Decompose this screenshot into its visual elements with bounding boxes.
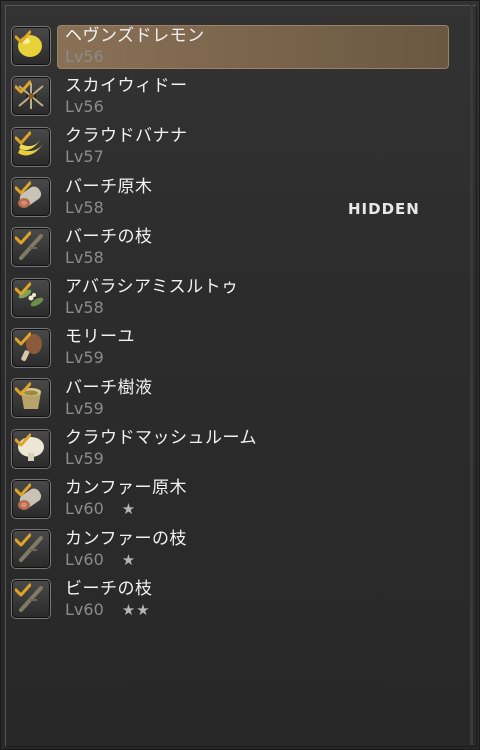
check-icon [15, 583, 31, 597]
item-stars: ★ [121, 550, 137, 569]
item-stars: ★ [121, 500, 137, 519]
check-icon [15, 231, 31, 245]
item-name: カンファー原木 [65, 478, 187, 499]
level-text: Lv58 [65, 298, 104, 318]
item-level: Lv58 [65, 197, 153, 217]
item-name: ビーチの枝 [65, 578, 153, 599]
list-item[interactable]: バーチ樹液 Lv59 [9, 373, 451, 423]
item-level: Lv59 [65, 451, 257, 467]
item-level: Lv58 [65, 300, 239, 316]
mistletoe-icon [11, 277, 51, 318]
list-item[interactable]: バーチの枝 Lv58 [9, 222, 451, 272]
item-name: アバラシアミスルトゥ [65, 277, 239, 298]
lemon-icon [11, 26, 51, 67]
level-text: Lv56 [65, 46, 104, 66]
level-text: Lv59 [65, 348, 104, 368]
level-text: Lv59 [65, 398, 104, 418]
check-icon [15, 181, 31, 195]
item-name: スカイウィドー [65, 75, 188, 96]
item-list: ヘヴンズドレモン Lv56 スカイウィドー Lv56 クラウドバナナ Lv57 … [9, 21, 451, 625]
level-text: Lv57 [65, 147, 104, 167]
check-icon [15, 131, 31, 145]
item-name: カンファーの枝 [65, 528, 187, 549]
item-level: Lv56 [65, 46, 205, 66]
item-name: クラウドバナナ [65, 126, 188, 147]
item-level: Lv58 [65, 247, 153, 267]
list-item[interactable]: モリーユ Lv59 [9, 323, 451, 373]
item-stars: ★★ [121, 600, 151, 619]
item-name: バーチ樹液 [65, 377, 153, 398]
level-text: Lv58 [65, 247, 104, 267]
mushroom-icon [11, 428, 51, 469]
level-text: Lv56 [65, 96, 104, 116]
list-item[interactable]: クラウドバナナ Lv57 [9, 122, 451, 172]
check-icon [15, 483, 31, 497]
list-item[interactable]: ヘヴンズドレモン Lv56 [9, 21, 451, 71]
sap-bucket-icon [11, 378, 51, 419]
level-text: Lv58 [65, 197, 104, 217]
item-name: バーチの枝 [65, 226, 153, 247]
item-name: ヘヴンズドレモン [65, 25, 205, 46]
item-level: Lv60 ★ [65, 549, 187, 569]
check-icon [15, 382, 31, 396]
item-name: バーチ原木 [65, 176, 153, 197]
level-text: Lv60 [65, 499, 104, 519]
check-icon [15, 433, 31, 447]
hidden-label: HIDDEN [348, 200, 420, 218]
check-icon [15, 332, 31, 346]
gathering-log-window: ヘヴンズドレモン Lv56 スカイウィドー Lv56 クラウドバナナ Lv57 … [0, 0, 480, 750]
level-text: Lv60 [65, 549, 104, 569]
check-icon [15, 30, 31, 44]
banana-icon [11, 126, 51, 167]
branch-icon [11, 529, 51, 570]
morel-icon [11, 327, 51, 368]
list-item[interactable]: クラウドマッシュルーム Lv59 [9, 423, 451, 473]
item-level: Lv59 [65, 350, 135, 366]
log-icon [11, 478, 51, 519]
branch-icon [11, 579, 51, 620]
check-icon [15, 282, 31, 296]
item-level: Lv57 [65, 149, 188, 165]
check-icon [15, 533, 31, 547]
item-name: クラウドマッシュルーム [65, 428, 257, 449]
list-item[interactable]: カンファー原木 Lv60 ★ [9, 474, 451, 524]
list-item[interactable]: カンファーの枝 Lv60 ★ [9, 524, 451, 574]
item-name: モリーユ [65, 327, 135, 348]
item-level: Lv56 [65, 96, 188, 116]
item-level: Lv60 ★★ [65, 599, 153, 619]
branch-icon [11, 227, 51, 268]
item-level: Lv59 [65, 398, 153, 418]
scrollbar[interactable] [470, 5, 473, 745]
list-item[interactable]: スカイウィドー Lv56 [9, 71, 451, 121]
list-item[interactable]: アバラシアミスルトゥ Lv58 [9, 272, 451, 322]
log-icon [11, 177, 51, 218]
level-text: Lv59 [65, 449, 104, 469]
level-text: Lv60 [65, 599, 104, 619]
spider-plant-icon [11, 76, 51, 117]
item-level: Lv60 ★ [65, 501, 187, 517]
check-icon [15, 80, 31, 94]
list-item[interactable]: ビーチの枝 Lv60 ★★ [9, 574, 451, 624]
